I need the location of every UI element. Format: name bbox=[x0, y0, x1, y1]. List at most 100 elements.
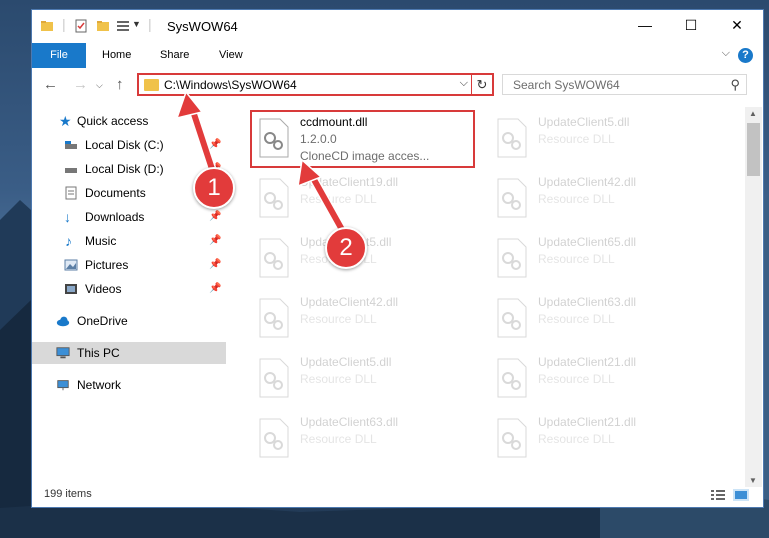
file-name: UpdateClient21.dll bbox=[538, 415, 637, 429]
file-item[interactable]: UpdateClient21.dll Resource DLL bbox=[490, 352, 715, 410]
sidebar-item-downloads[interactable]: ↓ Downloads 📌 bbox=[32, 206, 226, 228]
properties-icon[interactable] bbox=[74, 19, 88, 33]
sidebar-item-quick-access[interactable]: ★ Quick access bbox=[32, 110, 226, 132]
dll-file-icon bbox=[497, 298, 527, 338]
file-name: ccdmount.dll bbox=[300, 115, 368, 129]
file-name: UpdateClient63.dll bbox=[300, 415, 399, 429]
file-description: CloneCD image acces... bbox=[300, 149, 430, 163]
file-item[interactable]: UpdateClient5.dll Resource DLL bbox=[252, 352, 477, 410]
callout-2: 2 bbox=[325, 227, 367, 269]
dll-file-icon bbox=[497, 178, 527, 218]
dll-file-icon bbox=[497, 358, 527, 398]
address-bar[interactable]: C:\Windows\SysWOW64 ⌵ ↻ bbox=[137, 73, 494, 96]
file-description: Resource DLL bbox=[300, 432, 377, 446]
file-name: UpdateClient5.dll bbox=[300, 355, 392, 369]
sidebar-item-onedrive[interactable]: OneDrive bbox=[32, 310, 226, 332]
file-description: Resource DLL bbox=[538, 252, 615, 266]
pin-icon[interactable]: 📌 bbox=[209, 206, 221, 228]
up-button[interactable]: ↑ bbox=[116, 76, 124, 93]
details-view-icon[interactable] bbox=[710, 489, 726, 501]
cloud-icon bbox=[56, 316, 70, 327]
pin-icon[interactable]: 📌 bbox=[209, 230, 221, 252]
file-item[interactable]: UpdateClient42.dll Resource DLL bbox=[490, 172, 715, 230]
file-list: ccdmount.dll 1.2.0.0 CloneCD image acces… bbox=[232, 107, 742, 477]
file-item[interactable]: UpdateClient42.dll Resource DLL bbox=[252, 292, 477, 350]
recent-locations-icon[interactable]: ⌵ bbox=[96, 80, 103, 91]
scroll-up-icon[interactable]: ▲ bbox=[749, 109, 757, 118]
explorer-window: | ▼ | SysWOW64 — ☐ ✕ File Home Share Vie… bbox=[31, 9, 764, 508]
sidebar-item-music[interactable]: ♪ Music 📌 bbox=[32, 230, 226, 252]
dll-file-icon bbox=[259, 418, 289, 458]
file-item-selected[interactable]: ccdmount.dll 1.2.0.0 CloneCD image acces… bbox=[250, 110, 475, 168]
pin-icon[interactable]: 📌 bbox=[209, 254, 221, 276]
file-description: Resource DLL bbox=[538, 372, 615, 386]
dll-file-icon bbox=[259, 118, 289, 158]
address-path[interactable]: C:\Windows\SysWOW64 bbox=[164, 78, 297, 92]
callout-1: 1 bbox=[193, 167, 235, 209]
chevron-down-icon[interactable]: ▼ bbox=[132, 19, 141, 29]
file-name: UpdateClient42.dll bbox=[538, 175, 637, 189]
dll-file-icon bbox=[259, 178, 289, 218]
maximize-button[interactable]: ☐ bbox=[668, 10, 714, 41]
new-folder-icon[interactable] bbox=[96, 19, 110, 33]
file-item[interactable]: UpdateClient65.dll Resource DLL bbox=[490, 232, 715, 290]
file-description: Resource DLL bbox=[300, 192, 377, 206]
sidebar-item-network[interactable]: Network bbox=[32, 374, 226, 396]
search-input[interactable]: Search SysWOW64 ⚲ bbox=[502, 74, 747, 95]
file-description: Resource DLL bbox=[300, 312, 377, 326]
dll-file-icon bbox=[259, 298, 289, 338]
dll-file-icon bbox=[259, 238, 289, 278]
search-placeholder: Search SysWOW64 bbox=[513, 78, 620, 92]
file-description: Resource DLL bbox=[538, 432, 615, 446]
close-button[interactable]: ✕ bbox=[714, 10, 760, 41]
dll-file-icon bbox=[497, 238, 527, 278]
tab-share[interactable]: Share bbox=[160, 43, 189, 68]
help-icon[interactable]: ? bbox=[738, 48, 753, 63]
minimize-button[interactable]: — bbox=[622, 10, 668, 41]
back-button[interactable]: ← bbox=[43, 76, 58, 93]
pin-icon[interactable]: 📌 bbox=[209, 278, 221, 300]
file-description: Resource DLL bbox=[538, 192, 615, 206]
customize-icon[interactable] bbox=[116, 19, 130, 33]
chevron-down-icon[interactable]: ⌵ bbox=[460, 77, 468, 90]
videos-icon bbox=[65, 284, 77, 294]
file-name: UpdateClient21.dll bbox=[538, 355, 637, 369]
star-icon: ★ bbox=[59, 113, 72, 129]
dll-file-icon bbox=[497, 118, 527, 158]
dll-file-icon bbox=[259, 358, 289, 398]
title-bar: | ▼ | SysWOW64 — ☐ ✕ bbox=[32, 10, 763, 43]
network-icon bbox=[57, 380, 69, 391]
file-item[interactable]: UpdateClient63.dll Resource DLL bbox=[252, 412, 477, 470]
file-item[interactable]: UpdateClient21.dll Resource DLL bbox=[490, 412, 715, 470]
pin-icon[interactable]: 📌 bbox=[209, 134, 221, 156]
sidebar-item-videos[interactable]: Videos 📌 bbox=[32, 278, 226, 300]
separator: | bbox=[148, 16, 152, 32]
large-icons-view-icon[interactable] bbox=[733, 489, 749, 501]
tab-file[interactable]: File bbox=[32, 43, 86, 68]
forward-button[interactable]: → bbox=[73, 76, 88, 93]
search-icon[interactable]: ⚲ bbox=[730, 77, 740, 93]
view-switcher bbox=[710, 489, 749, 504]
vertical-scrollbar[interactable]: ▲ ▼ bbox=[745, 107, 762, 487]
refresh-button[interactable]: ↻ bbox=[471, 75, 492, 94]
expand-ribbon-icon[interactable]: ⌵ bbox=[722, 47, 730, 60]
file-item[interactable]: UpdateClient19.dll Resource DLL bbox=[252, 172, 477, 230]
file-name: UpdateClient63.dll bbox=[538, 295, 637, 309]
item-count: 199 items bbox=[44, 488, 92, 500]
sidebar-item-local-disk-c[interactable]: Local Disk (C:) 📌 bbox=[32, 134, 226, 156]
download-icon: ↓ bbox=[64, 209, 71, 225]
file-version: 1.2.0.0 bbox=[300, 132, 337, 146]
navigation-bar: ← → ⌵ ↑ C:\Windows\SysWOW64 ⌵ ↻ Search S… bbox=[32, 68, 763, 102]
scroll-down-icon[interactable]: ▼ bbox=[749, 476, 757, 485]
tab-view[interactable]: View bbox=[219, 43, 243, 68]
file-description: Resource DLL bbox=[300, 372, 377, 386]
sidebar-item-pictures[interactable]: Pictures 📌 bbox=[32, 254, 226, 276]
tab-home[interactable]: Home bbox=[102, 43, 131, 68]
folder-icon bbox=[41, 21, 53, 31]
file-item[interactable]: UpdateClient63.dll Resource DLL bbox=[490, 292, 715, 350]
music-icon: ♪ bbox=[65, 233, 72, 249]
file-name: UpdateClient65.dll bbox=[538, 235, 637, 249]
sidebar-item-this-pc[interactable]: This PC bbox=[32, 342, 226, 364]
file-item[interactable]: UpdateClient5.dll Resource DLL bbox=[490, 112, 715, 170]
scroll-thumb[interactable] bbox=[747, 123, 760, 176]
